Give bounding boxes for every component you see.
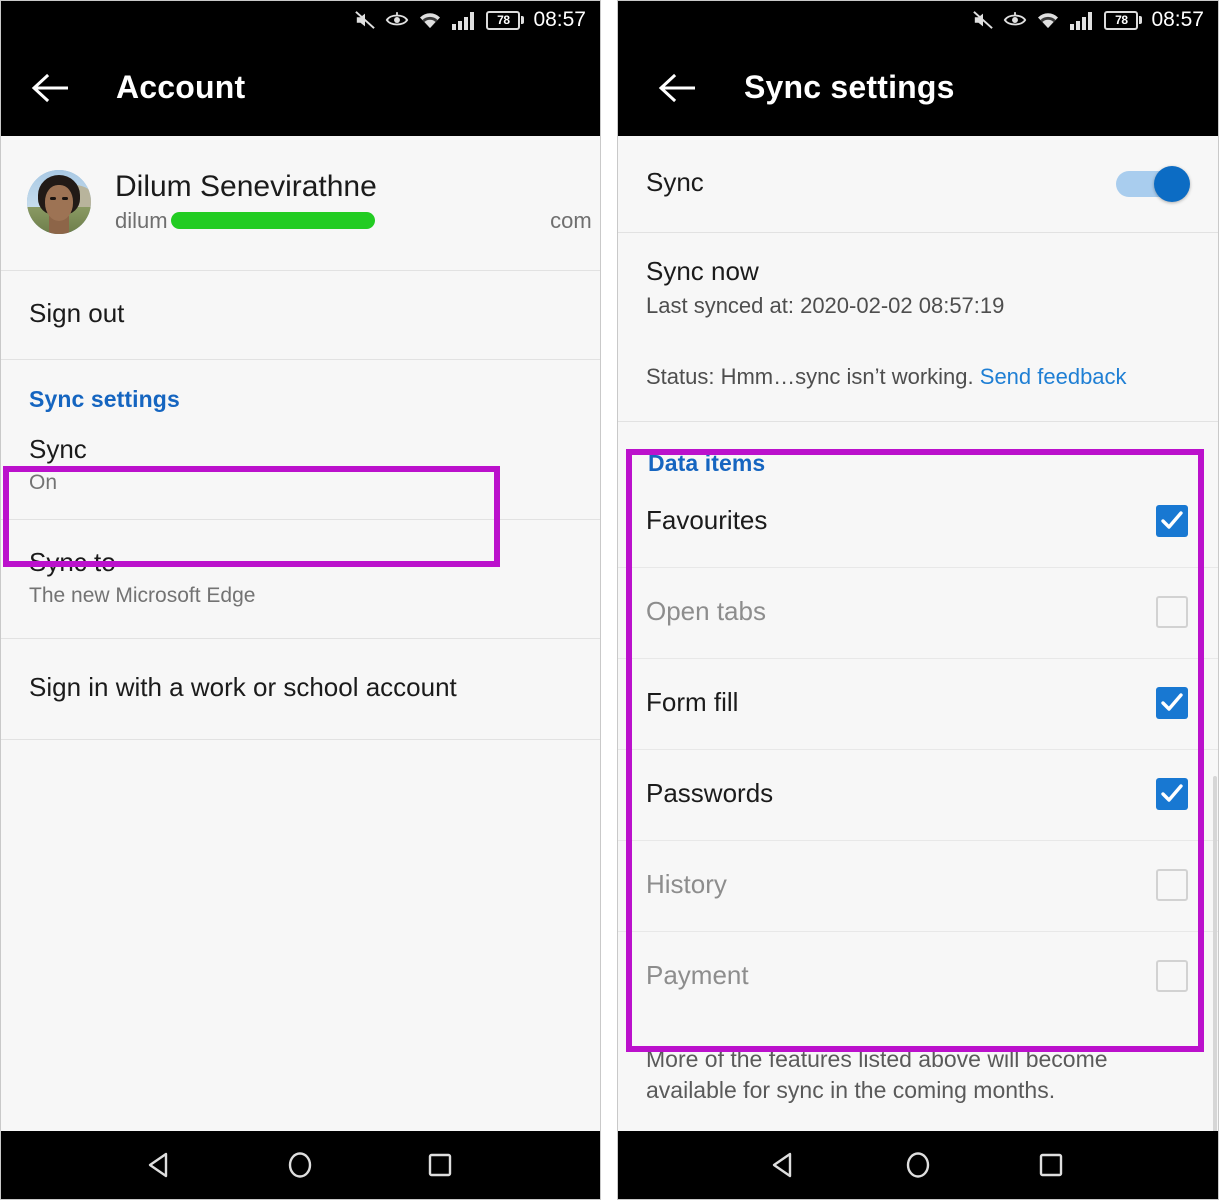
sync-now-block[interactable]: Sync now Last synced at: 2020-02-02 08:5… — [618, 233, 1218, 422]
data-item-history[interactable]: History — [618, 841, 1218, 932]
sync-to-subtitle: The new Microsoft Edge — [29, 583, 256, 607]
section-label-data-items: Data items — [648, 449, 766, 476]
data-item-passwords[interactable]: Passwords — [618, 750, 1218, 841]
eye-comfort-icon — [1004, 12, 1027, 26]
battery-level: 78 — [1115, 13, 1128, 27]
right-content: Sync Sync now Last synced at: 2020-02-02… — [618, 136, 1218, 1131]
home-circle-icon[interactable] — [903, 1150, 933, 1180]
work-school-account-row[interactable]: Sign in with a work or school account — [1, 638, 600, 740]
email-prefix: dilum — [115, 208, 168, 233]
battery-indicator: 78 — [1104, 10, 1143, 30]
annotation-box-sync-row — [3, 466, 500, 567]
data-item-favourites[interactable]: Favourites — [618, 477, 1218, 568]
back-arrow-icon[interactable] — [31, 73, 71, 103]
home-circle-icon[interactable] — [285, 1150, 315, 1180]
signal-icon — [1070, 11, 1093, 30]
battery-indicator: 78 — [486, 10, 525, 30]
nav-bar-left — [1, 1131, 600, 1199]
sync-row-title: Sync — [29, 433, 87, 464]
recents-square-icon[interactable] — [425, 1150, 455, 1180]
status-bar-clock: 08:57 — [533, 8, 586, 31]
sign-out-row[interactable]: Sign out — [1, 271, 600, 360]
send-feedback-link[interactable]: Send feedback — [980, 364, 1127, 389]
recents-square-icon[interactable] — [1036, 1150, 1066, 1180]
sync-toggle[interactable] — [1116, 166, 1190, 202]
checkbox-open-tabs[interactable] — [1156, 595, 1188, 628]
account-email: dilumxxxxxxxxxxxxxxxcom — [115, 208, 592, 234]
nav-bar-right — [618, 1131, 1218, 1199]
wifi-icon — [1038, 12, 1059, 28]
scrollbar[interactable] — [1213, 776, 1217, 1131]
sync-status-line: Status: Hmm…sync isn’t working. Send fee… — [646, 364, 1190, 390]
footer-note: More of the features listed above will b… — [646, 1045, 1108, 1103]
data-item-label: Favourites — [646, 505, 768, 536]
mute-icon — [973, 11, 994, 29]
status-bar-clock: 08:57 — [1151, 8, 1204, 31]
back-triangle-icon[interactable] — [770, 1150, 800, 1180]
mute-icon — [355, 11, 376, 29]
sync-toggle-label: Sync — [646, 167, 704, 198]
data-item-label: History — [646, 869, 727, 900]
sync-toggle-row[interactable]: Sync — [618, 136, 1218, 233]
data-item-label: Passwords — [646, 778, 774, 809]
right-phone-screen: 78 08:57 Sync settings Sync Sync now Las… — [617, 0, 1219, 1200]
wifi-icon — [420, 12, 441, 28]
back-arrow-icon[interactable] — [658, 73, 698, 103]
account-header[interactable]: Dilum Senevirathne dilumxxxxxxxxxxxxxxxc… — [1, 136, 600, 271]
sign-out-label: Sign out — [29, 298, 125, 328]
data-item-label: Open tabs — [646, 596, 766, 627]
battery-level: 78 — [497, 13, 510, 27]
account-name: Dilum Senevirathne — [115, 170, 377, 203]
app-bar-account: Account — [1, 39, 600, 136]
email-redaction-bar — [171, 212, 375, 229]
data-item-form-fill[interactable]: Form fill — [618, 659, 1218, 750]
email-suffix: com — [550, 208, 592, 233]
checkbox-form-fill[interactable] — [1156, 686, 1188, 719]
screenshot-pair: 78 08:57 Account Dilum Senevirathne dilu… — [0, 0, 1220, 1200]
avatar — [27, 170, 91, 234]
eye-comfort-icon — [386, 12, 409, 26]
checkbox-payment[interactable] — [1156, 959, 1188, 992]
checkbox-favourites[interactable] — [1156, 504, 1188, 537]
sync-status-text: Status: Hmm…sync isn’t working. — [646, 364, 974, 390]
left-content: Dilum Senevirathne dilumxxxxxxxxxxxxxxxc… — [1, 136, 600, 1131]
data-item-label: Form fill — [646, 687, 739, 718]
sync-now-title: Sync now — [646, 256, 759, 286]
last-synced-text: Last synced at: 2020-02-02 08:57:19 — [646, 292, 1005, 318]
data-item-label: Payment — [646, 960, 749, 991]
page-title: Sync settings — [744, 69, 955, 105]
status-bar-right: 78 08:57 — [618, 1, 1218, 39]
data-item-payment[interactable]: Payment — [618, 932, 1218, 1022]
page-title: Account — [116, 69, 246, 105]
left-phone-screen: 78 08:57 Account Dilum Senevirathne dilu… — [0, 0, 601, 1200]
data-item-open-tabs[interactable]: Open tabs — [618, 568, 1218, 659]
signal-icon — [452, 11, 475, 30]
checkbox-passwords[interactable] — [1156, 777, 1188, 810]
work-school-account-label: Sign in with a work or school account — [29, 671, 457, 702]
checkbox-history[interactable] — [1156, 868, 1188, 901]
status-bar-left: 78 08:57 — [1, 1, 600, 39]
app-bar-sync-settings: Sync settings — [618, 39, 1218, 136]
back-triangle-icon[interactable] — [146, 1150, 176, 1180]
section-label-sync-settings: Sync settings — [29, 385, 180, 412]
